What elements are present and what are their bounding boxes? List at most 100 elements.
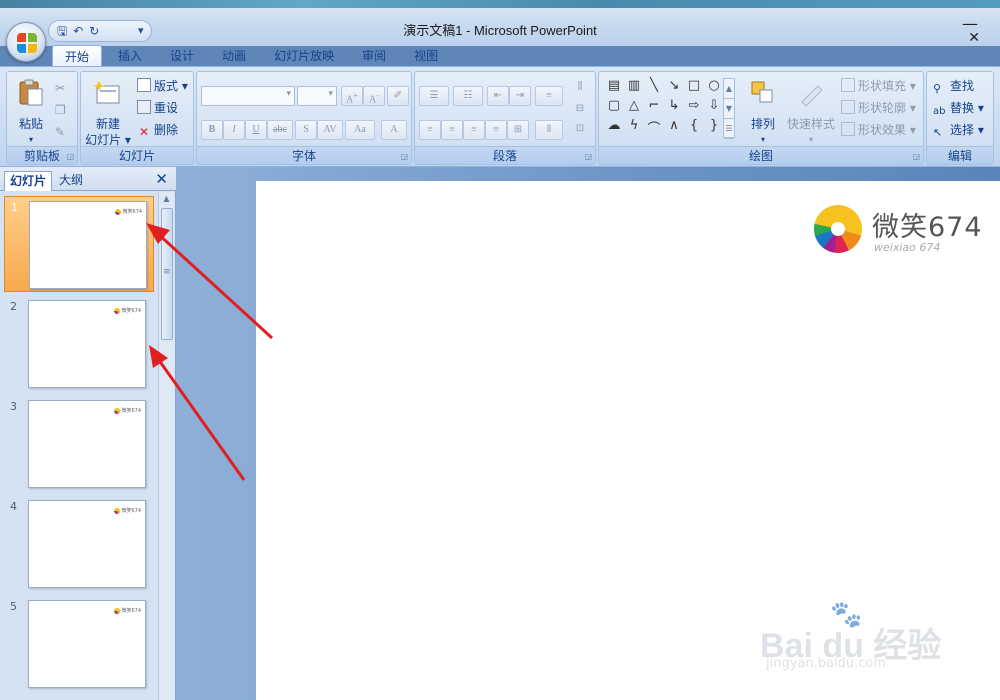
customize-qat-icon[interactable]: ▾	[138, 24, 144, 37]
tab-review[interactable]: 审阅	[350, 45, 398, 67]
replace-button[interactable]: ab 替换 ▾	[933, 98, 984, 118]
tab-insert[interactable]: 插入	[106, 45, 154, 67]
paste-button[interactable]: 粘贴 ▾	[13, 78, 49, 148]
justify-button[interactable]: ≡	[485, 120, 507, 140]
slide-preview: 微笑674	[28, 400, 146, 488]
callout-shape-icon[interactable]: ☁	[605, 118, 623, 133]
shapes-gallery[interactable]: ▤ ▥ ╲ ↘ □ ○ ▢ △ ⌐ ↳ ⇨ ⇩ ☁ ϟ ⌒ ∧ { }	[605, 78, 731, 138]
font-size-select[interactable]	[297, 86, 337, 106]
tab-design[interactable]: 设计	[158, 45, 206, 67]
close-button[interactable]: ✕	[968, 30, 980, 46]
new-slide-button[interactable]: 新建 幻灯片 ▾	[83, 78, 133, 148]
vertical-textbox-shape-icon[interactable]: ▥	[625, 78, 643, 93]
bold-button[interactable]: B	[201, 120, 223, 140]
dialog-launcher-icon[interactable]: ◲	[912, 152, 920, 161]
line-spacing-button[interactable]: ≡	[535, 86, 563, 106]
smartart-icon[interactable]: ⊡	[569, 120, 591, 140]
thumbnail-scrollbar[interactable]: ▲	[158, 192, 174, 700]
shape-effects-button[interactable]: 形状效果 ▾	[841, 120, 916, 140]
select-button[interactable]: ↖ 选择 ▾	[933, 120, 984, 140]
oval-shape-icon[interactable]: ○	[705, 78, 723, 93]
bullets-button[interactable]: ☰	[419, 86, 449, 106]
shape-fill-button[interactable]: 形状填充 ▾	[841, 76, 916, 96]
tab-slides[interactable]: 幻灯片	[4, 171, 53, 191]
shapes-gallery-scroll[interactable]: ▲ ▼ ☰	[723, 78, 735, 139]
dialog-launcher-icon[interactable]: ◲	[400, 152, 408, 161]
arrange-button[interactable]: 排列 ▾	[745, 78, 781, 148]
clear-format-button[interactable]: ✐	[387, 86, 409, 106]
arrow-line-shape-icon[interactable]: ↘	[665, 78, 683, 93]
slide-thumbnail-5[interactable]: 5 微笑674	[4, 596, 154, 692]
grow-font-button[interactable]: A+	[341, 86, 363, 106]
rounded-rect-shape-icon[interactable]: ▢	[605, 98, 623, 113]
char-spacing-button[interactable]: AV	[317, 120, 343, 140]
slide-number: 3	[10, 400, 17, 413]
shadow-button[interactable]: S	[295, 120, 317, 140]
line-shape-icon[interactable]: ╲	[645, 78, 663, 93]
group-paragraph: ☰ ☷ ⇤ ⇥ ≡ ⫼ ⊟ ≡ ≡ ≡ ≡ ⊞ ⫴ ⊡ 段落 ◲	[414, 71, 596, 165]
watermark-url: jingyan.baidu.com	[766, 656, 886, 671]
close-panel-icon[interactable]: ✕	[155, 170, 168, 188]
align-right-button[interactable]: ≡	[463, 120, 485, 140]
distribute-button[interactable]: ⊞	[507, 120, 529, 140]
office-logo-icon	[17, 33, 37, 53]
font-color-button[interactable]: A	[381, 120, 407, 140]
change-case-button[interactable]: Aa	[345, 120, 375, 140]
slide-thumbnail-1[interactable]: 1 微笑674	[4, 196, 154, 292]
format-painter-icon[interactable]: ✎	[55, 122, 65, 142]
slide-thumbnail-4[interactable]: 4 微笑674	[4, 496, 154, 592]
down-arrow-shape-icon[interactable]: ⇩	[705, 98, 723, 113]
cursor-icon: ↖	[933, 126, 943, 139]
find-button[interactable]: ⚲ 查找	[933, 76, 974, 96]
columns-button[interactable]: ⫴	[535, 120, 563, 140]
slide-thumbnail-2[interactable]: 2 微笑674	[4, 296, 154, 392]
triangle-shape-icon[interactable]: △	[625, 98, 643, 113]
dialog-launcher-icon[interactable]: ◲	[66, 152, 74, 161]
tab-view[interactable]: 视图	[402, 45, 450, 67]
arc-shape-icon[interactable]: ⌒	[645, 118, 663, 137]
elbow-connector-shape-icon[interactable]: ⌐	[645, 98, 663, 113]
thumbnail-list: 1 微笑674 2 微笑674 3 微笑674 4 微笑674 5 微笑674	[0, 192, 158, 700]
layout-button[interactable]: 版式 ▾	[137, 76, 188, 96]
decrease-indent-button[interactable]: ⇤	[487, 86, 509, 106]
textbox-shape-icon[interactable]: ▤	[605, 78, 623, 93]
shrink-font-button[interactable]: A-	[363, 86, 385, 106]
copy-icon[interactable]: ❐	[55, 100, 66, 120]
save-icon[interactable]: 🖫	[57, 25, 67, 37]
group-drawing: ▤ ▥ ╲ ↘ □ ○ ▢ △ ⌐ ↳ ⇨ ⇩ ☁ ϟ ⌒ ∧ { } ▲ ▼ ☰ …	[598, 71, 924, 165]
elbow-arrow-shape-icon[interactable]: ↳	[665, 98, 683, 113]
scrollbar-thumb[interactable]	[161, 208, 173, 340]
quick-styles-button[interactable]: 快速样式 ▾	[783, 78, 839, 148]
shape-outline-button[interactable]: 形状轮廓 ▾	[841, 98, 916, 118]
underline-button[interactable]: U	[245, 120, 267, 140]
wheel-logo-icon	[814, 205, 862, 253]
dialog-launcher-icon[interactable]: ◲	[584, 152, 592, 161]
delete-button[interactable]: ✕ 删除	[137, 120, 178, 140]
undo-icon[interactable]: ↶	[73, 25, 83, 37]
text-direction-icon[interactable]: ⫼	[569, 78, 591, 98]
lightning-shape-icon[interactable]: ϟ	[625, 118, 643, 133]
slide-thumbnail-3[interactable]: 3 微笑674	[4, 396, 154, 492]
reset-button[interactable]: 重设	[137, 98, 178, 118]
right-arrow-shape-icon[interactable]: ⇨	[685, 98, 703, 113]
numbering-button[interactable]: ☷	[453, 86, 483, 106]
right-brace-shape-icon[interactable]: }	[705, 118, 723, 133]
tab-home[interactable]: 开始	[52, 45, 103, 67]
tab-outline[interactable]: 大纲	[54, 171, 88, 191]
font-family-select[interactable]	[201, 86, 295, 106]
strikethrough-button[interactable]: abc	[267, 120, 293, 140]
increase-indent-button[interactable]: ⇥	[509, 86, 531, 106]
rectangle-shape-icon[interactable]: □	[685, 78, 703, 93]
align-left-button[interactable]: ≡	[419, 120, 441, 140]
cut-icon[interactable]: ✂	[55, 78, 65, 98]
curve-shape-icon[interactable]: ∧	[665, 118, 683, 133]
align-center-button[interactable]: ≡	[441, 120, 463, 140]
align-text-icon[interactable]: ⊟	[569, 100, 591, 120]
redo-icon[interactable]: ↻	[89, 25, 99, 37]
italic-button[interactable]: I	[223, 120, 245, 140]
left-brace-shape-icon[interactable]: {	[685, 118, 703, 133]
scroll-up-icon[interactable]: ▲	[159, 192, 174, 206]
tab-slideshow[interactable]: 幻灯片放映	[262, 45, 346, 67]
tab-animations[interactable]: 动画	[210, 45, 258, 67]
office-button[interactable]	[6, 22, 46, 62]
